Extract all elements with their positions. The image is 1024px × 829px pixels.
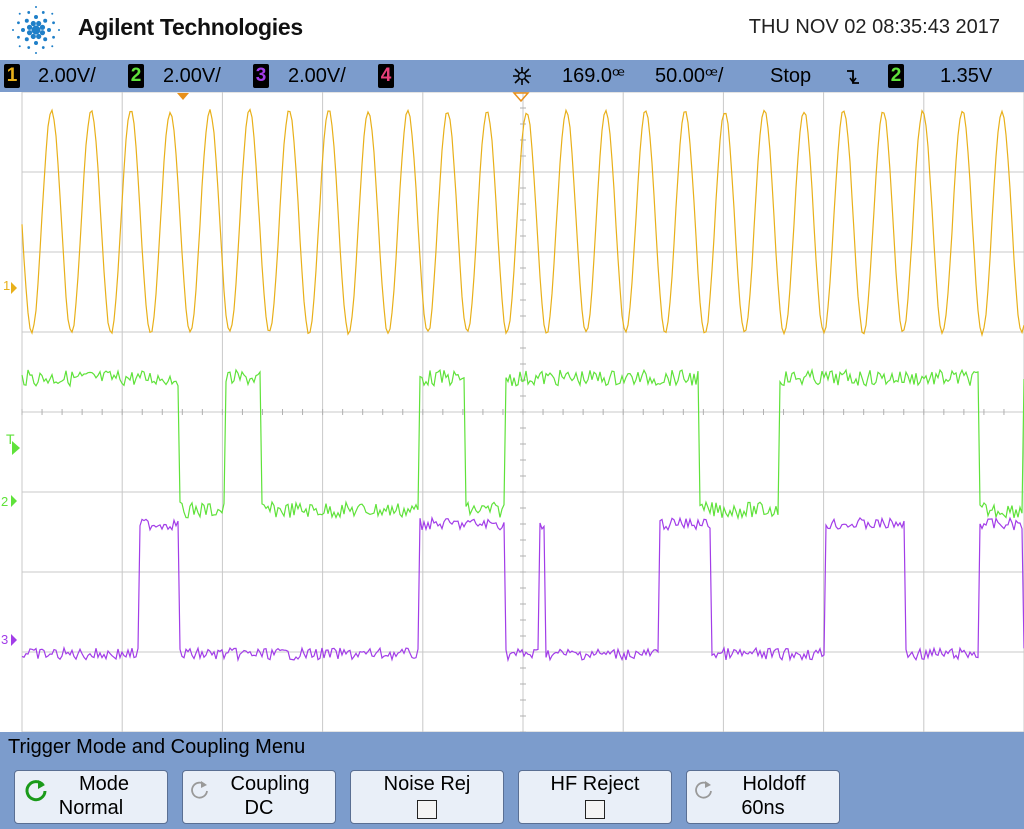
channel-1-badge[interactable]: 1: [4, 64, 20, 88]
menu-title: Trigger Mode and Coupling Menu: [8, 736, 306, 758]
coupling-softkey-label: Coupling: [230, 773, 310, 795]
holdoff-softkey[interactable]: Holdoff 60ns: [686, 770, 840, 824]
trigger-position-marker-icon: [177, 93, 189, 100]
channel-1-scale: 2.00V/: [38, 65, 96, 87]
channel-ground-markers: 1 T 2 3: [1, 278, 20, 647]
holdoff-softkey-value: 60ns: [741, 797, 785, 819]
trigger-level-marker-icon[interactable]: [12, 441, 20, 455]
noise-rej-checkbox[interactable]: [417, 800, 437, 819]
channel-3-badge[interactable]: 3: [253, 64, 269, 88]
coupling-softkey[interactable]: Coupling DC: [182, 770, 336, 824]
channel-3-scale: 2.00V/: [288, 65, 346, 87]
waveform-canvas: 1 T 2 3: [1, 91, 1024, 733]
title-bar: Agilent Technologies THU NOV 02 08:35:43…: [0, 0, 1024, 60]
noise-rej-softkey[interactable]: Noise Rej: [350, 770, 504, 824]
horizontal-delay-readout: 169.0ꟹ: [562, 65, 625, 87]
date-time-readout: THU NOV 02 08:35:43 2017: [748, 16, 1000, 38]
hf-reject-softkey[interactable]: HF Reject: [518, 770, 672, 824]
time-reference-marker-icon: [512, 92, 530, 103]
brand-name: Agilent Technologies: [78, 14, 303, 40]
channel-1-ground-label: 1: [3, 278, 10, 293]
mode-softkey-value: Normal: [58, 797, 124, 819]
channel-3-ground-label: 3: [1, 632, 8, 647]
noise-rej-softkey-label: Noise Rej: [383, 773, 471, 795]
trigger-time-reference-icon: [513, 67, 531, 85]
graticule: [21, 91, 1024, 733]
channel-1-ground-marker-icon[interactable]: [11, 282, 17, 294]
channel-3-ground-marker-icon[interactable]: [11, 634, 17, 646]
acquisition-state: Stop: [770, 65, 812, 87]
trigger-slope-falling-icon: [847, 70, 859, 84]
holdoff-softkey-label: Holdoff: [742, 773, 806, 795]
agilent-spark-logo-icon: [12, 6, 60, 54]
channel-2-ground-marker-icon[interactable]: [11, 495, 17, 507]
hf-reject-softkey-label: HF Reject: [550, 773, 640, 795]
softkey-menu: Trigger Mode and Coupling Menu Mode Norm…: [0, 732, 1024, 829]
channel-status-bar: 1 2.00V/ 2 2.00V/ 3 2.00V/ 4 169.0ꟹ 50.0…: [0, 60, 1024, 92]
trigger-level-readout: 1.35V: [940, 65, 993, 87]
channel-2-scale: 2.00V/: [163, 65, 221, 87]
trigger-source-badge[interactable]: 2: [888, 64, 904, 88]
channel-4-badge[interactable]: 4: [378, 64, 394, 88]
channel-2-badge[interactable]: 2: [128, 64, 144, 88]
mode-softkey[interactable]: Mode Normal: [14, 770, 168, 824]
waveform-display: 1 T 2 3: [0, 91, 1024, 733]
hf-reject-checkbox[interactable]: [585, 800, 605, 819]
timebase-scale-readout: 50.00ꟹ/: [655, 65, 724, 87]
channel-2-ground-label: 2: [1, 494, 8, 509]
coupling-softkey-value: DC: [244, 797, 274, 819]
mode-softkey-label: Mode: [78, 773, 130, 795]
